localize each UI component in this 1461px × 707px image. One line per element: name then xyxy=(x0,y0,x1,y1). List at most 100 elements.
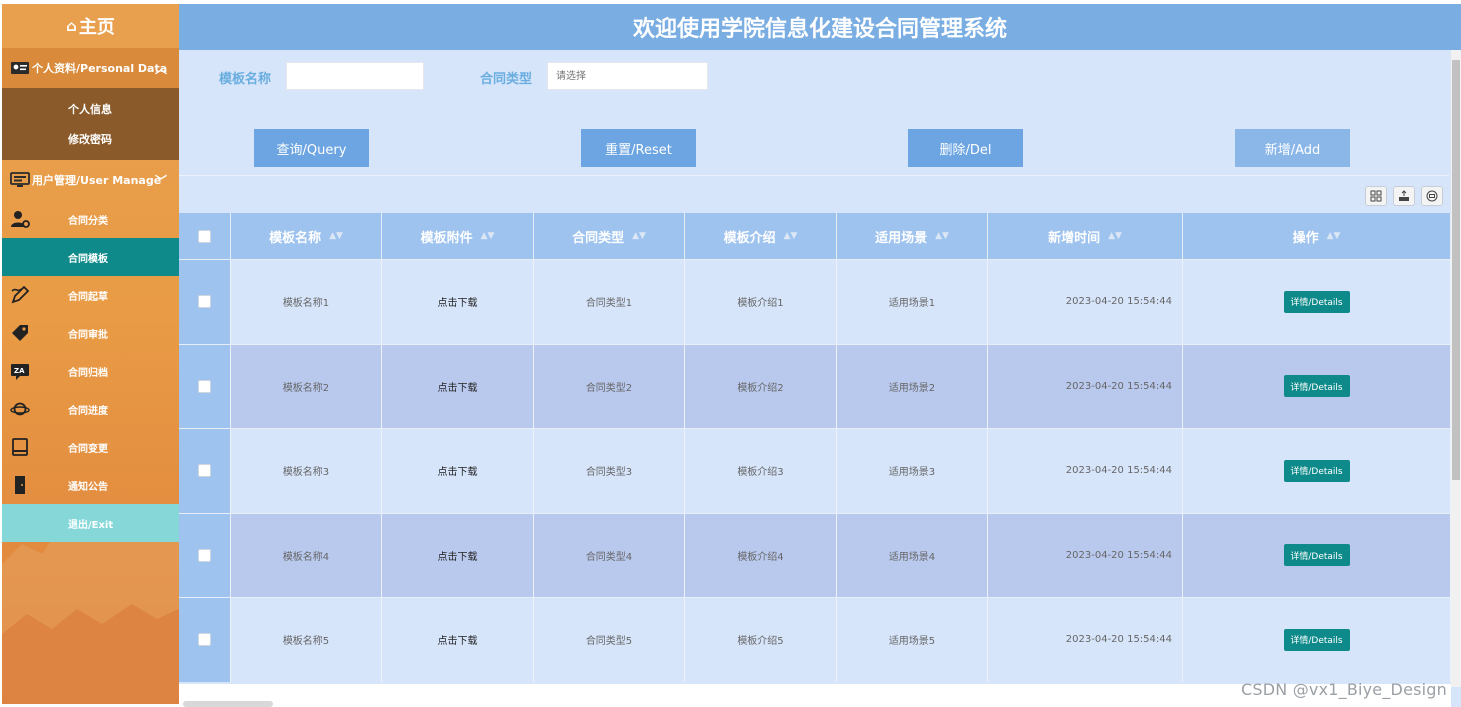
reset-button[interactable]: 重置/Reset xyxy=(581,129,696,167)
row-checkbox[interactable] xyxy=(198,295,211,309)
menu-contract-draft[interactable]: 合同起草 xyxy=(2,276,179,314)
cell-intro: 模板介绍2 xyxy=(685,344,837,428)
query-button[interactable]: 查询/Query xyxy=(254,129,369,167)
menu-contract-template[interactable]: 合同模板 xyxy=(2,238,179,276)
home-link[interactable]: ⌂ 主页 xyxy=(2,4,179,48)
download-link[interactable]: 点击下载 xyxy=(382,513,534,597)
select-all-cell xyxy=(179,213,231,259)
monitor-icon xyxy=(10,172,30,187)
cell-scene: 适用场景5 xyxy=(837,598,988,682)
menu-contract-approval[interactable]: 合同审批 xyxy=(2,314,179,352)
download-link[interactable]: 点击下载 xyxy=(382,429,534,513)
add-button[interactable]: 新增/Add xyxy=(1235,129,1350,167)
sort-icon: ▲▼ xyxy=(480,231,495,241)
table-header: 模板名称 ▲▼ 模板附件 ▲▼ 合同类型 ▲▼ 模板介绍 ▲▼ 适用场景 ▲▼ 新增时间 ▲… xyxy=(179,213,1451,259)
cell-time: 2023-04-20 15:54:44 xyxy=(988,344,1183,428)
column-label: 操作 xyxy=(1292,230,1319,246)
cell-contract-type: 合同类型1 xyxy=(534,260,685,344)
cell-actions: 详情/Details xyxy=(1183,344,1451,428)
row-checkbox[interactable] xyxy=(198,633,211,647)
cell-time: 2023-04-20 15:54:44 xyxy=(988,260,1183,344)
download-link[interactable]: 点击下载 xyxy=(382,344,534,428)
tag-icon xyxy=(12,325,28,341)
details-button[interactable]: 详情/Details xyxy=(1283,375,1350,398)
column-header[interactable]: 新增时间 ▲▼ xyxy=(988,213,1183,259)
row-checkbox[interactable] xyxy=(198,548,211,562)
delete-button[interactable]: 删除/Del xyxy=(908,129,1023,167)
cell-scene: 适用场景3 xyxy=(837,429,988,513)
column-header[interactable]: 操作 ▲▼ xyxy=(1183,213,1451,259)
submenu-change-password[interactable]: 修改密码 xyxy=(2,124,179,154)
user-header-label: 用户管理/User Manage xyxy=(32,174,162,187)
cell-actions: 详情/Details xyxy=(1183,598,1451,682)
row-checkbox[interactable] xyxy=(198,464,211,478)
column-header[interactable]: 模板附件 ▲▼ xyxy=(382,213,534,259)
main-content: 欢迎使用学院信息化建设合同管理系统 模板名称 合同类型 查询/Query 重置/… xyxy=(179,4,1461,707)
cell-time: 2023-04-20 15:54:44 xyxy=(988,598,1183,682)
menu-contract-archive[interactable]: ZA 合同归档 xyxy=(2,352,179,390)
vertical-scrollbar[interactable] xyxy=(1451,50,1461,687)
template-name-label: 模板名称 xyxy=(219,72,272,87)
details-button[interactable]: 详情/Details xyxy=(1283,459,1350,482)
column-header[interactable]: 合同类型 ▲▼ xyxy=(534,213,685,259)
table-toolbar xyxy=(1365,186,1443,206)
row-select-cell xyxy=(179,598,231,682)
page-title: 欢迎使用学院信息化建设合同管理系统 xyxy=(179,4,1461,50)
cell-template-name: 模板名称4 xyxy=(231,513,382,597)
submenu-personal-info[interactable]: 个人信息 xyxy=(2,94,179,124)
chevron-down-icon: ﹀ xyxy=(154,174,167,188)
menu-contract-category[interactable]: 合同分类 xyxy=(2,200,179,238)
template-name-input[interactable] xyxy=(286,62,424,90)
details-button[interactable]: 详情/Details xyxy=(1283,544,1350,567)
pen-icon xyxy=(11,285,30,304)
cell-actions: 详情/Details xyxy=(1183,513,1451,597)
table-row: 模板名称5 点击下载 合同类型5 模板介绍5 适用场景5 2023-04-20 … xyxy=(179,597,1451,682)
select-all-checkbox[interactable] xyxy=(198,229,211,243)
menu-label: 退出/Exit xyxy=(68,519,114,531)
details-button[interactable]: 详情/Details xyxy=(1283,628,1350,651)
print-icon[interactable] xyxy=(1421,186,1443,206)
contract-type-label: 合同类型 xyxy=(480,72,533,87)
cell-contract-type: 合同类型5 xyxy=(534,598,685,682)
column-header[interactable]: 模板介绍 ▲▼ xyxy=(685,213,837,259)
cell-template-name: 模板名称5 xyxy=(231,598,382,682)
export-icon[interactable] xyxy=(1393,186,1415,206)
chevron-up-icon: ︿ xyxy=(154,62,167,76)
home-label: 主页 xyxy=(78,17,115,38)
contract-type-select[interactable] xyxy=(547,62,708,90)
personal-submenu: 个人信息 修改密码 xyxy=(2,88,179,160)
column-header[interactable]: 适用场景 ▲▼ xyxy=(837,213,988,259)
cell-template-name: 模板名称1 xyxy=(231,260,382,344)
door-icon xyxy=(15,476,25,494)
details-button[interactable]: 详情/Details xyxy=(1283,290,1350,313)
menu-contract-progress[interactable]: 合同进度 xyxy=(2,390,179,428)
row-select-cell xyxy=(179,344,231,428)
table-row: 模板名称1 点击下载 合同类型1 模板介绍1 适用场景1 2023-04-20 … xyxy=(179,259,1451,344)
id-card-icon xyxy=(11,62,29,74)
menu-exit[interactable]: 退出/Exit xyxy=(2,504,179,542)
download-link[interactable]: 点击下载 xyxy=(382,598,534,682)
menu-personal-data[interactable]: 个人资料/Personal Data ︿ xyxy=(2,48,179,88)
grid-view-icon[interactable] xyxy=(1365,186,1387,206)
download-link[interactable]: 点击下载 xyxy=(382,260,534,344)
menu-user-manage[interactable]: 用户管理/User Manage ﹀ xyxy=(2,160,179,200)
planet-icon xyxy=(10,402,30,416)
cell-actions: 详情/Details xyxy=(1183,260,1451,344)
column-label: 新增时间 xyxy=(1048,230,1101,246)
scrollbar-thumb[interactable] xyxy=(1452,60,1460,480)
row-checkbox[interactable] xyxy=(198,379,211,393)
cell-template-name: 模板名称3 xyxy=(231,429,382,513)
cell-intro: 模板介绍4 xyxy=(685,513,837,597)
column-header[interactable]: 模板名称 ▲▼ xyxy=(231,213,382,259)
cell-scene: 适用场景1 xyxy=(837,260,988,344)
menu-label: 合同模板 xyxy=(68,253,108,265)
book-icon xyxy=(12,438,28,456)
sort-icon: ▲▼ xyxy=(935,231,949,241)
cell-time: 2023-04-20 15:54:44 xyxy=(988,429,1183,513)
menu-contract-change[interactable]: 合同变更 xyxy=(2,428,179,466)
translate-icon: ZA xyxy=(11,364,29,380)
cell-scene: 适用场景2 xyxy=(837,344,988,428)
cell-contract-type: 合同类型2 xyxy=(534,344,685,428)
menu-notice[interactable]: 通知公告 xyxy=(2,466,179,504)
horizontal-scrollbar-thumb[interactable] xyxy=(183,701,273,707)
